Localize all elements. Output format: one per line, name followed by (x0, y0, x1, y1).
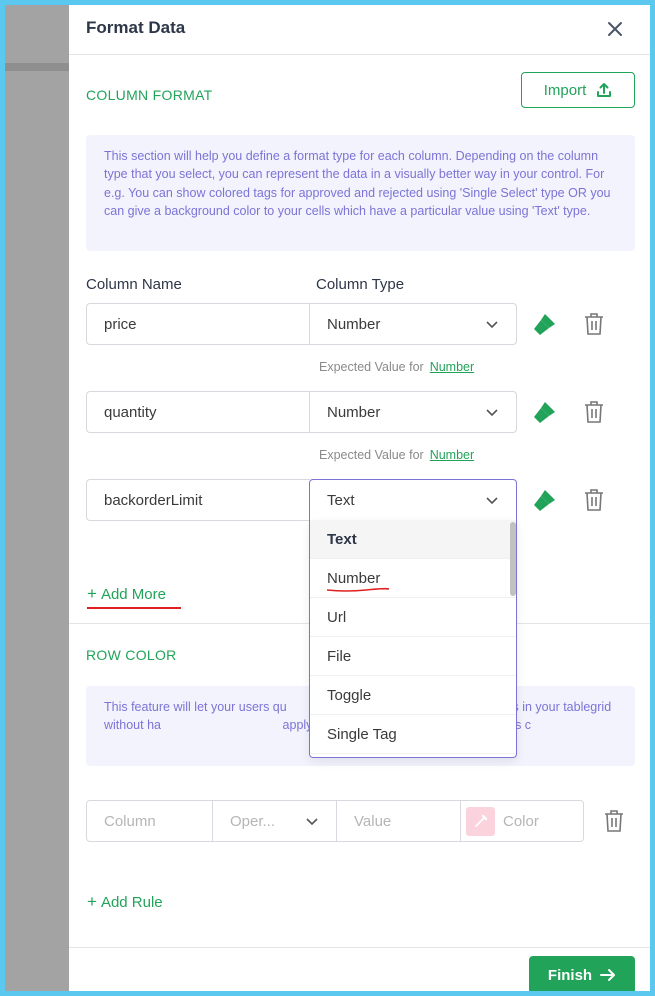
column-name-input-backorderlimit[interactable]: backorderLimit (86, 479, 310, 521)
panel-title: Format Data (86, 18, 186, 37)
plus-icon: + (87, 892, 97, 911)
rule-value-input[interactable]: Value (337, 801, 461, 841)
add-more-link[interactable]: + Add More (87, 584, 166, 604)
paint-brush-icon[interactable] (532, 487, 558, 513)
row-color-title: ROW COLOR (86, 647, 177, 663)
column-type-header: Column Type (316, 276, 405, 293)
close-icon[interactable] (601, 15, 629, 43)
dropdown-option-single-tag[interactable]: Single Tag (310, 715, 516, 754)
color-swatch[interactable] (466, 806, 495, 836)
plus-icon: + (87, 584, 97, 603)
dropdown-option-file[interactable]: File (310, 637, 516, 676)
column-type-select-backorderlimit[interactable]: Text (309, 479, 517, 521)
finish-button[interactable]: Finish (529, 956, 635, 991)
import-button[interactable]: Import (521, 72, 635, 108)
paint-brush-icon[interactable] (532, 311, 558, 337)
add-more-highlight-underline (87, 607, 181, 609)
column-name-header: Column Name (86, 276, 182, 293)
trash-icon[interactable] (584, 488, 604, 512)
import-label: Import (543, 81, 587, 99)
number-highlight-underline (326, 587, 390, 592)
column-type-select-quantity[interactable]: Number (309, 391, 517, 433)
format-data-panel: Format Data COLUMN FORMAT Import This se… (69, 5, 650, 991)
dropdown-scrollbar[interactable] (510, 522, 516, 596)
rule-column-select[interactable]: Column (87, 801, 213, 841)
eyedropper-icon (474, 814, 487, 827)
expected-value-hint: Expected Value for Number (319, 360, 475, 374)
arrow-right-icon (600, 969, 616, 981)
panel-footer: Finish (69, 947, 650, 991)
dropdown-option-toggle[interactable]: Toggle (310, 676, 516, 715)
expected-value-hint: Expected Value for Number (319, 448, 475, 462)
column-name-input-price[interactable]: price (86, 303, 310, 345)
chevron-down-icon (486, 409, 498, 417)
row-color-rule: Column Oper... Value Color (86, 800, 584, 842)
chevron-down-icon (306, 818, 318, 826)
column-format-info: This section will help you define a form… (86, 135, 635, 251)
expected-value-link-number[interactable]: Number (430, 360, 474, 374)
rule-operator-select[interactable]: Oper... (213, 801, 337, 841)
paint-brush-icon[interactable] (532, 399, 558, 425)
column-type-dropdown: Text Number Url File Toggle Single Tag (309, 520, 517, 758)
chevron-down-icon (486, 497, 498, 505)
column-name-input-quantity[interactable]: quantity (86, 391, 310, 433)
dropdown-option-url[interactable]: Url (310, 598, 516, 637)
expected-value-link-number[interactable]: Number (430, 448, 474, 462)
upload-icon (597, 83, 612, 97)
add-rule-link[interactable]: + Add Rule (87, 892, 163, 912)
trash-icon[interactable] (584, 312, 604, 336)
trash-icon[interactable] (584, 400, 604, 424)
column-type-select-price[interactable]: Number (309, 303, 517, 345)
column-format-title: COLUMN FORMAT (86, 87, 213, 103)
chevron-down-icon (486, 321, 498, 329)
panel-header: Format Data (69, 5, 650, 55)
trash-icon[interactable] (604, 809, 624, 833)
backdrop (5, 63, 69, 71)
dropdown-option-text[interactable]: Text (310, 520, 516, 559)
rule-color-picker[interactable]: Color (461, 801, 583, 841)
screen: Format Data COLUMN FORMAT Import This se… (5, 5, 650, 991)
